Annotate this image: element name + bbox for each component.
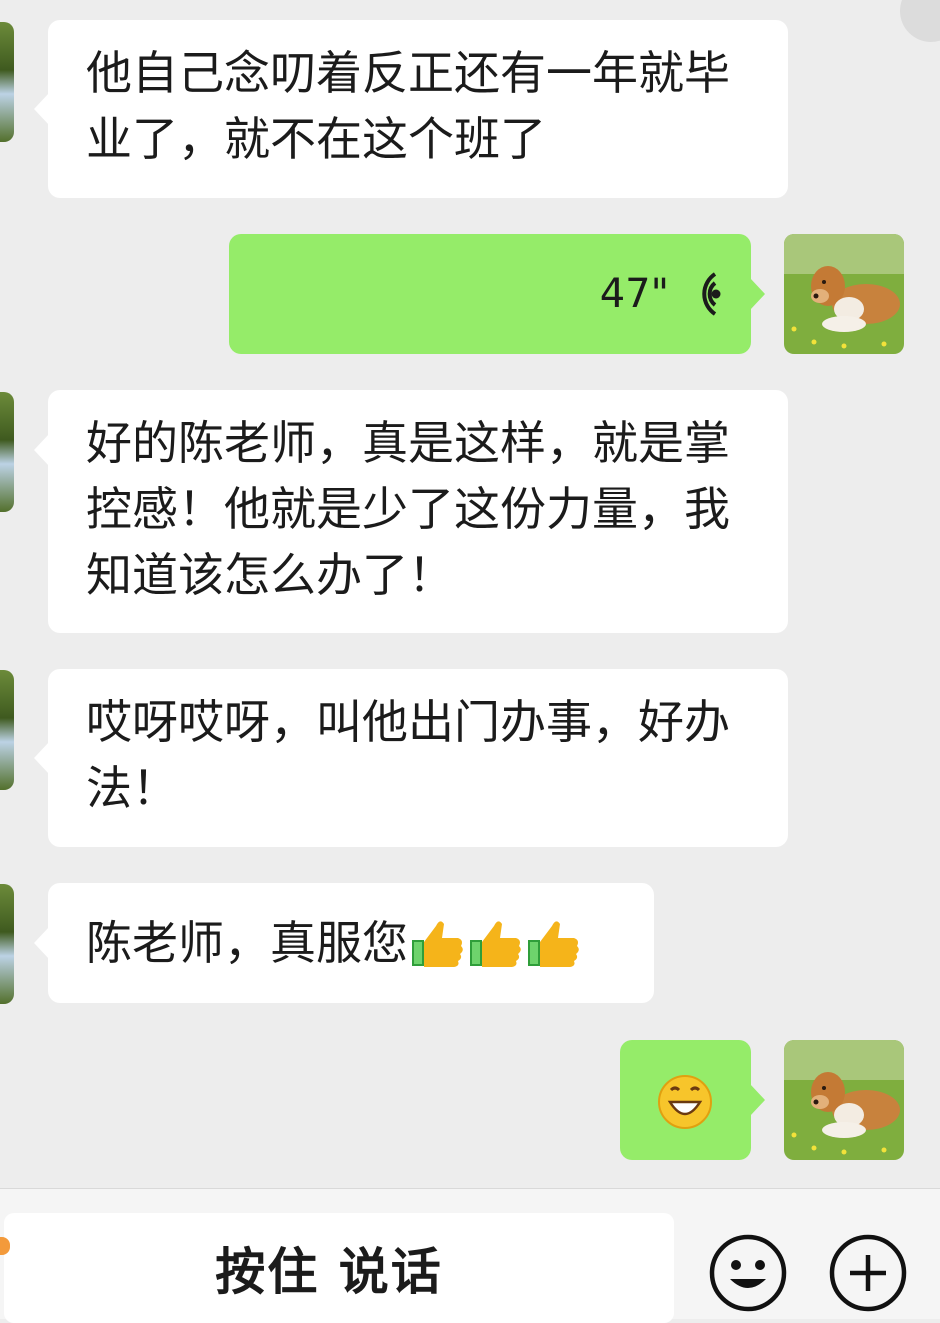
bubble-tail xyxy=(34,93,49,125)
contact-avatar[interactable] xyxy=(0,670,14,790)
hold-to-talk-button[interactable]: 按住 说话 xyxy=(4,1213,674,1323)
outgoing-voice-message-bubble[interactable]: 47" xyxy=(229,234,765,354)
grin-icon xyxy=(658,1075,712,1129)
bubble-tail xyxy=(34,927,49,959)
incoming-message-bubble[interactable]: 他自己念叨着反正还有一年就毕业了，就不在这个班了 xyxy=(34,20,788,198)
smiley-icon[interactable] xyxy=(708,1233,788,1313)
message-text: 哎呀哎呀，叫他出门办事，好办法！ xyxy=(86,695,730,815)
voice-duration: 47" xyxy=(599,271,669,317)
contact-avatar[interactable] xyxy=(0,884,14,1004)
input-bar: 按住 说话 xyxy=(0,1188,940,1323)
voice-wave-icon xyxy=(702,272,721,316)
dog-photo-icon xyxy=(784,1040,904,1160)
message-text: 他自己念叨着反正还有一年就毕业了，就不在这个班了 xyxy=(86,46,730,166)
thumbs-up-icon xyxy=(528,921,579,967)
bubble-tail xyxy=(34,434,49,466)
dog-photo-icon xyxy=(784,234,904,354)
thumbs-up-icon xyxy=(412,921,463,967)
message-text: 陈老师，真服您 xyxy=(86,916,408,970)
incoming-message-bubble[interactable]: 哎呀哎呀，叫他出门办事，好办法！ xyxy=(34,669,788,847)
chat-message-list[interactable]: 他自己念叨着反正还有一年就毕业了，就不在这个班了 47" 好的陈老师，真是这样，… xyxy=(0,0,940,1188)
contact-avatar[interactable] xyxy=(0,22,14,142)
message-text: 好的陈老师，真是这样，就是掌控感！他就是少了这份力量，我知道该怎么办了！ xyxy=(86,416,730,602)
hold-to-talk-label: 按住 说话 xyxy=(215,1243,443,1301)
bubble-tail xyxy=(750,1084,765,1116)
contact-avatar[interactable] xyxy=(0,392,14,512)
my-avatar[interactable] xyxy=(784,1040,904,1160)
thumbs-up-icon xyxy=(470,921,521,967)
incoming-message-bubble[interactable]: 陈老师，真服您 xyxy=(34,883,654,1003)
incoming-message-bubble[interactable]: 好的陈老师，真是这样，就是掌控感！他就是少了这份力量，我知道该怎么办了！ xyxy=(34,390,788,633)
scroll-indicator xyxy=(900,0,940,42)
bubble-tail xyxy=(34,742,49,774)
my-avatar[interactable] xyxy=(784,234,904,354)
outgoing-emoji-message-bubble[interactable] xyxy=(620,1040,765,1160)
plus-circle-icon[interactable] xyxy=(828,1233,908,1313)
bubble-tail xyxy=(750,278,765,310)
